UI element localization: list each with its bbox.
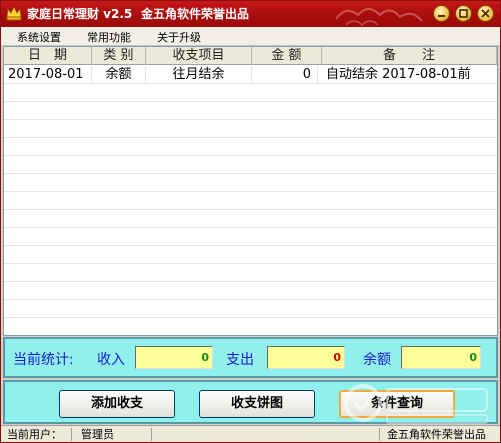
minimize-button[interactable] <box>433 5 450 22</box>
add-transaction-button[interactable]: 添加收支 <box>59 390 175 418</box>
status-brand: 金五角软件荣誉出品 <box>387 428 486 441</box>
table-header: 日 期 类 别 收支项目 金 额 备 注 <box>4 47 497 65</box>
table-row-empty <box>4 192 497 210</box>
column-header-date[interactable]: 日 期 <box>4 47 92 65</box>
table-row-empty <box>4 228 497 246</box>
current-user-label: 当前用户： <box>7 428 62 441</box>
table-row-empty <box>4 300 497 318</box>
income-label: 收入 <box>97 352 125 368</box>
window-subtitle: 金五角软件荣誉出品 <box>141 7 250 21</box>
table-row-empty <box>4 120 497 138</box>
status-bar: 当前用户： 管理员 金五角软件荣誉出品 <box>1 425 500 442</box>
column-header-note[interactable]: 备 注 <box>322 47 497 65</box>
balance-label: 余额 <box>363 352 391 368</box>
table-row-empty <box>4 84 497 102</box>
crown-icon <box>6 6 22 21</box>
window-title: 家庭日常理财 v2.5 <box>27 7 133 21</box>
table-row-empty <box>4 138 497 156</box>
column-header-category[interactable]: 类 别 <box>92 47 146 65</box>
table-row-empty <box>4 246 497 264</box>
status-separator <box>151 428 152 441</box>
status-separator <box>71 428 72 441</box>
pie-chart-button[interactable]: 收支饼图 <box>199 390 315 418</box>
title-bar[interactable]: 家庭日常理财 v2.5 金五角软件荣誉出品 <box>1 1 500 27</box>
column-header-amount[interactable]: 金 额 <box>252 47 322 65</box>
menu-about-upgrade[interactable]: 关于升级 <box>157 29 201 45</box>
table-row-empty <box>4 318 497 335</box>
table-row[interactable]: 2017-08-01 余额 往月结余 0 自动结余 2017-08-01前 <box>4 66 497 84</box>
cell-date: 2017-08-01 <box>8 66 92 84</box>
cell-amount: 0 <box>252 66 318 84</box>
stats-label: 当前统计: <box>13 352 74 368</box>
table-row-empty <box>4 102 497 120</box>
app-window: 家庭日常理财 v2.5 金五角软件荣誉出品 系统设置 常用功能 关于升级 日 期… <box>0 0 501 443</box>
close-button[interactable] <box>477 5 494 22</box>
cell-item: 往月结余 <box>146 66 252 84</box>
cell-note: 自动结余 2017-08-01前 <box>326 67 471 82</box>
current-user-value: 管理员 <box>81 428 114 441</box>
cell-category: 余额 <box>92 66 146 84</box>
table-row-empty <box>4 210 497 228</box>
minimize-icon <box>438 15 445 17</box>
column-header-item[interactable]: 收支项目 <box>146 47 252 65</box>
table-row-empty <box>4 282 497 300</box>
table-row-empty <box>4 174 497 192</box>
income-value: 0 <box>135 346 213 369</box>
cloud-ornament-icon <box>335 8 423 27</box>
status-separator <box>379 428 380 441</box>
close-icon <box>481 9 490 18</box>
expense-value: 0 <box>267 346 345 369</box>
menu-common-functions[interactable]: 常用功能 <box>87 29 131 45</box>
table-row-empty <box>4 264 497 282</box>
menu-system-settings[interactable]: 系统设置 <box>17 29 61 45</box>
maximize-button[interactable] <box>455 5 472 22</box>
maximize-icon <box>459 9 468 18</box>
table-row-empty <box>4 156 497 174</box>
balance-value: 0 <box>401 346 481 369</box>
statistics-panel: 当前统计: 收入 0 支出 0 余额 0 <box>3 337 498 378</box>
expense-label: 支出 <box>226 352 254 368</box>
records-table[interactable]: 日 期 类 别 收支项目 金 额 备 注 2017-08-01 余额 往月结余 … <box>3 46 498 336</box>
menu-bar: 系统设置 常用功能 关于升级 <box>1 27 500 46</box>
